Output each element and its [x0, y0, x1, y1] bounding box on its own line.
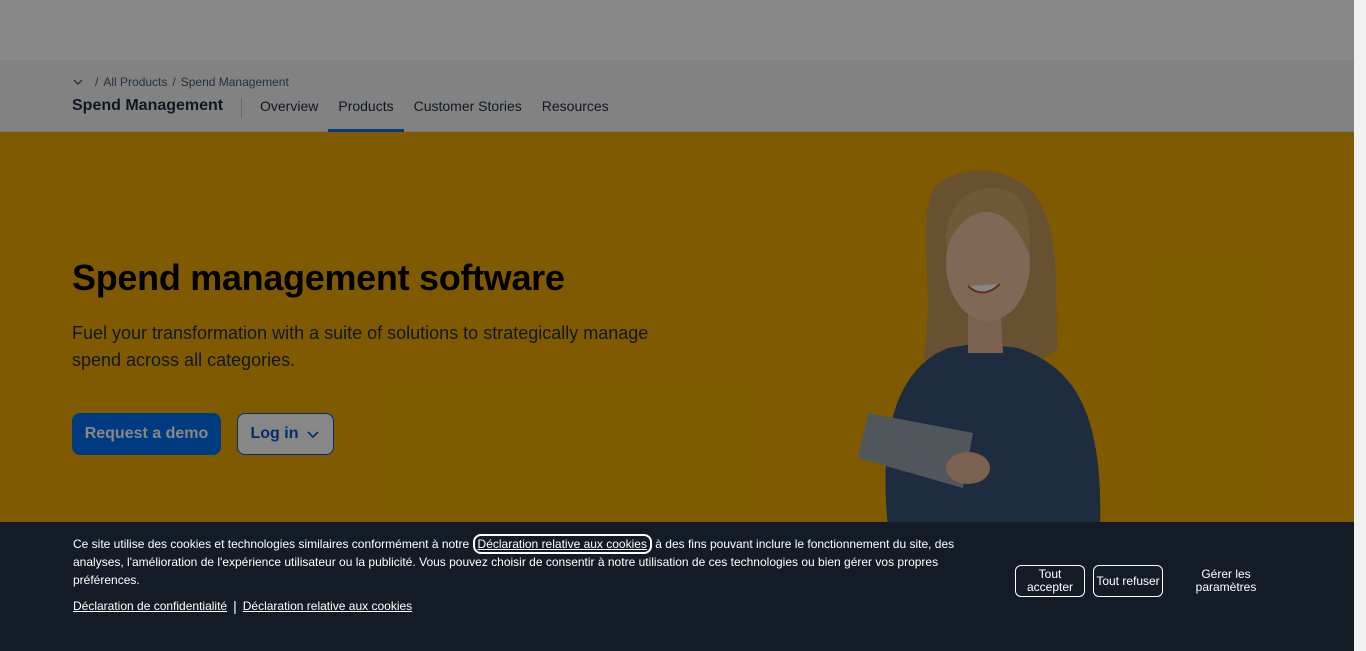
nav-divider — [241, 98, 242, 118]
subnav-title[interactable]: Spend Management — [72, 97, 223, 115]
page-scrollbar[interactable] — [1354, 0, 1366, 651]
tab-resources[interactable]: Resources — [532, 90, 619, 132]
login-button[interactable]: Log in — [237, 413, 334, 455]
cookie-text-start: Ce site utilise des cookies et technolog… — [73, 537, 473, 551]
tab-overview[interactable]: Overview — [250, 90, 328, 132]
breadcrumb: / All Products / Spend Management — [72, 75, 289, 89]
accept-all-button[interactable]: Tout accepter — [1015, 565, 1085, 597]
manage-settings-button[interactable]: Gérer les paramètres — [1186, 565, 1266, 597]
nav-tabs: Overview Products Customer Stories Resou… — [250, 90, 619, 132]
sub-navigation: / All Products / Spend Management Spend … — [0, 60, 1354, 132]
cookie-links: Déclaration de confidentialité | Déclara… — [73, 598, 412, 614]
breadcrumb-spend-management[interactable]: Spend Management — [181, 75, 289, 89]
hero-title: Spend management software — [72, 257, 565, 298]
refuse-all-button[interactable]: Tout refuser — [1093, 565, 1163, 597]
tab-customer-stories[interactable]: Customer Stories — [404, 90, 532, 132]
chevron-down-icon[interactable] — [72, 76, 84, 88]
breadcrumb-separator: / — [172, 75, 176, 89]
cookie-message: Ce site utilise des cookies et technolog… — [73, 534, 1003, 589]
tab-products[interactable]: Products — [328, 90, 404, 132]
link-separator: | — [233, 598, 237, 614]
request-demo-button[interactable]: Request a demo — [72, 413, 221, 455]
cookie-statement-link[interactable]: Déclaration relative aux cookies — [243, 599, 412, 613]
chevron-down-icon — [307, 431, 320, 439]
breadcrumb-separator: / — [95, 75, 99, 89]
top-header — [0, 0, 1354, 60]
privacy-statement-link[interactable]: Déclaration de confidentialité — [73, 599, 227, 613]
hero-subtitle: Fuel your transformation with a suite of… — [72, 323, 649, 370]
login-button-label: Log in — [250, 425, 299, 442]
cookie-banner: Ce site utilise des cookies et technolog… — [0, 522, 1366, 651]
hero-section: Spend management software Fuel your tran… — [0, 132, 1354, 522]
cookie-declaration-inline-link[interactable]: Déclaration relative aux cookies — [472, 534, 652, 554]
hero-person-image — [858, 170, 1101, 522]
breadcrumb-all-products[interactable]: All Products — [103, 75, 167, 89]
